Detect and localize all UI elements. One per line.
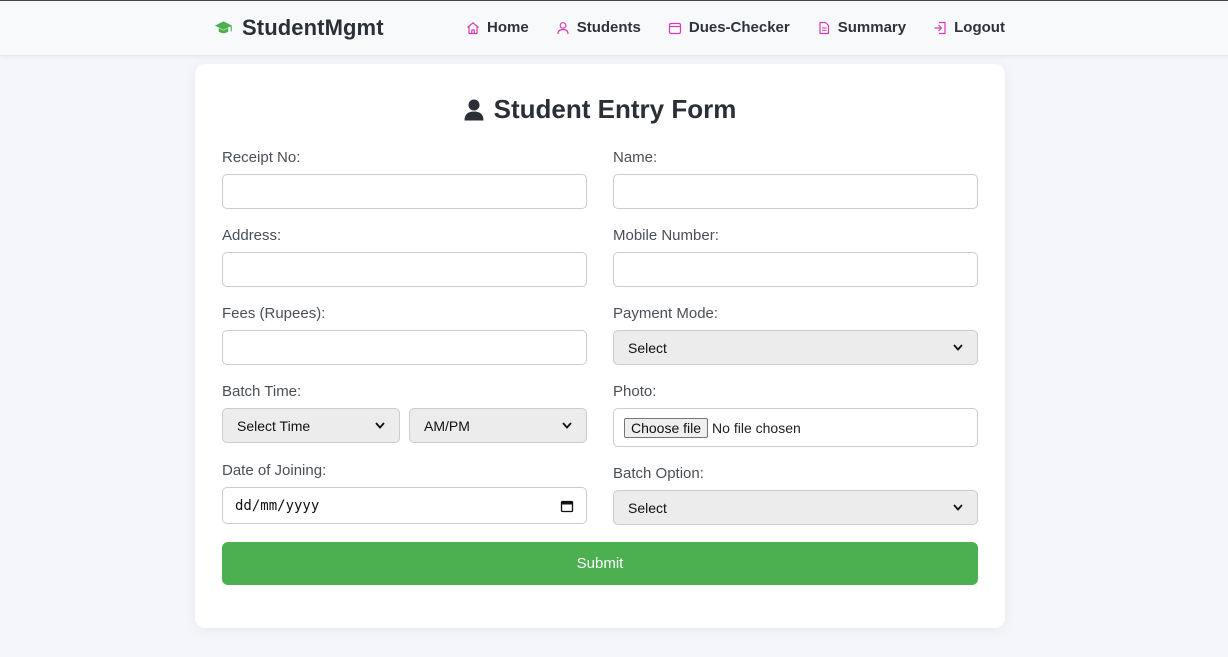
user-icon: [557, 22, 569, 35]
nav-home-label: Home: [487, 19, 529, 36]
receipt-input[interactable]: [222, 174, 587, 209]
submit-button[interactable]: Submit: [222, 542, 978, 585]
doj-label: Date of Joining:: [222, 462, 327, 479]
doj-date-input[interactable]: dd/mm/yyyy: [222, 487, 587, 524]
mobile-input[interactable]: [613, 252, 978, 287]
batch-option-label: Batch Option:: [613, 465, 704, 482]
mobile-label: Mobile Number:: [613, 227, 719, 244]
nav-logout-label: Logout: [954, 19, 1005, 36]
batch-option-select[interactable]: Select: [613, 490, 978, 525]
nav-links: Home Students Dues-Checker Summary Logou…: [466, 19, 1005, 37]
nav-students[interactable]: Students: [556, 19, 641, 37]
batch-time-value: Select Time: [237, 417, 311, 434]
user-solid-icon: [464, 99, 484, 120]
doj-value: dd/mm/yyyy: [235, 497, 320, 514]
name-label: Name:: [613, 149, 658, 166]
top-navbar: StudentMgmt Home Students Dues-Checker S…: [0, 0, 1228, 56]
address-input[interactable]: [222, 252, 587, 287]
nav-logout[interactable]: Logout: [933, 19, 1005, 37]
payment-mode-select[interactable]: Select: [613, 330, 978, 365]
batch-option-value: Select: [628, 499, 667, 516]
payment-mode-value: Select: [628, 339, 667, 356]
photo-label: Photo:: [613, 383, 657, 400]
form-title: Student Entry Form: [195, 94, 1005, 125]
calendar-icon: [668, 22, 681, 35]
submit-label: Submit: [576, 555, 624, 572]
form-title-text: Student Entry Form: [493, 94, 737, 124]
choose-file-button[interactable]: Choose file: [624, 417, 709, 438]
nav-students-label: Students: [576, 19, 641, 36]
brand-name: StudentMgmt: [242, 15, 384, 40]
name-input[interactable]: [613, 174, 978, 209]
receipt-label: Receipt No:: [222, 149, 301, 166]
nav-summary-label: Summary: [837, 19, 907, 36]
photo-file-input: Choose file No file chosen: [613, 408, 978, 447]
chevron-down-icon: [953, 344, 963, 351]
ampm-value: AM/PM: [424, 417, 470, 434]
address-label: Address:: [222, 227, 282, 244]
file-status: No file chosen: [712, 419, 801, 436]
home-icon: [467, 22, 479, 35]
payment-mode-label: Payment Mode:: [613, 305, 719, 322]
chevron-down-icon: [562, 422, 572, 429]
fees-input[interactable]: [222, 330, 587, 365]
chevron-down-icon: [953, 504, 963, 511]
nav-home[interactable]: Home: [466, 19, 529, 37]
batch-time-label: Batch Time:: [222, 383, 302, 400]
brand[interactable]: StudentMgmt: [214, 15, 384, 41]
calendar-picker-icon[interactable]: [560, 499, 574, 513]
graduation-cap-icon: [214, 21, 233, 34]
nav-summary[interactable]: Summary: [817, 19, 906, 37]
fees-label: Fees (Rupees):: [222, 305, 326, 322]
document-icon: [819, 21, 829, 35]
nav-dues-checker-label: Dues-Checker: [688, 19, 790, 36]
student-entry-card: Student Entry Form Receipt No: Name: Add…: [195, 64, 1005, 628]
nav-dues-checker[interactable]: Dues-Checker: [668, 19, 790, 37]
batch-time-select[interactable]: Select Time: [222, 408, 400, 443]
logout-icon: [934, 21, 946, 35]
chevron-down-icon: [375, 422, 385, 429]
ampm-select[interactable]: AM/PM: [409, 408, 587, 443]
